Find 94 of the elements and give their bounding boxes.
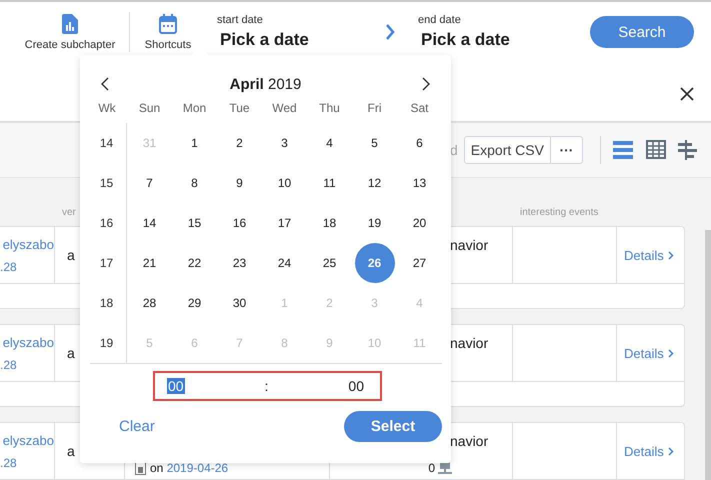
calendar-day[interactable]: 26	[354, 243, 394, 283]
time-separator: :	[264, 378, 268, 394]
calendar-day[interactable]: 8	[174, 163, 214, 203]
clear-button[interactable]: Clear	[117, 414, 157, 439]
calendar-day[interactable]: 25	[310, 243, 350, 283]
calendar-day[interactable]: 11	[310, 163, 350, 203]
calendar-day[interactable]: 17	[264, 203, 304, 243]
document-icon	[135, 462, 146, 474]
calendar-day[interactable]: 12	[354, 163, 394, 203]
calendar-day[interactable]: 22	[174, 243, 214, 283]
previous-month-button[interactable]	[101, 77, 109, 91]
calendar-day[interactable]: 9	[220, 163, 260, 203]
search-button[interactable]: Search	[590, 16, 694, 48]
table-cell-text: a	[67, 247, 75, 263]
week-number: 17	[100, 256, 114, 270]
version-link[interactable]: .28	[0, 260, 17, 274]
action-label[interactable]: Shortcuts	[144, 38, 192, 50]
version-link[interactable]: .28	[0, 456, 17, 470]
column-header: interesting events	[520, 207, 598, 220]
user-link[interactable]: elyszabo	[2, 334, 54, 350]
week-number: 18	[100, 296, 114, 310]
chevron-right-icon	[668, 250, 674, 260]
week-number: 19	[100, 336, 114, 350]
field-label: end date	[418, 14, 462, 26]
end-date-field[interactable]: Pick a date	[418, 30, 568, 50]
details-link[interactable]: Details	[624, 444, 664, 458]
user-link[interactable]: elyszabo	[2, 432, 54, 448]
version-link[interactable]: .28	[0, 358, 17, 372]
weekday-label: Fri	[366, 101, 382, 117]
calendar-day[interactable]: 13	[400, 163, 440, 203]
calendar-day[interactable]: 14	[130, 203, 170, 243]
weekday-label: Thu	[318, 101, 341, 117]
hours-text: 00	[167, 378, 185, 394]
column-header: ver	[62, 207, 76, 220]
calendar-day[interactable]: 21	[130, 243, 170, 283]
user-link[interactable]: elyszabo	[2, 236, 54, 252]
weekday-label: Mon	[182, 101, 208, 117]
calendar-day[interactable]: 2	[220, 123, 260, 163]
calendar-day[interactable]: 3	[264, 123, 304, 163]
start-date-field[interactable]: Pick a date	[217, 30, 385, 50]
calendar-day[interactable]: 15	[174, 203, 214, 243]
calendar-day[interactable]: 10	[264, 163, 304, 203]
field-label: start date	[217, 14, 264, 26]
month-title: April 2019	[230, 76, 302, 92]
close-icon[interactable]	[680, 86, 694, 100]
table-cell-text: navior	[450, 335, 488, 351]
calendar-day[interactable]: 7	[130, 163, 170, 203]
weekday-label: Wed	[271, 101, 298, 117]
week-number: 16	[100, 216, 114, 230]
details-link[interactable]: Details	[624, 248, 664, 262]
toolbar-text: d	[450, 142, 458, 158]
export-csv-button[interactable]: Export CSV	[464, 137, 550, 163]
tree-view-button[interactable]	[678, 140, 699, 160]
table-cell-text: a	[67, 443, 75, 459]
time-field[interactable]: 00 : 00	[153, 371, 382, 401]
calendar-day[interactable]: 20	[400, 203, 440, 243]
calendar-day[interactable]: 30	[220, 283, 260, 323]
list-view-button[interactable]	[612, 140, 634, 160]
calendar-day[interactable]: 6	[400, 123, 440, 163]
calendar-day[interactable]: 24	[264, 243, 304, 283]
week-number: 15	[100, 176, 114, 190]
weekday-label: Sun	[138, 101, 162, 117]
calendar-day[interactable]: 5	[354, 123, 394, 163]
table-cell-text: a	[67, 345, 75, 361]
calendar-day[interactable]: 16	[220, 203, 260, 243]
grid-view-button[interactable]	[646, 140, 666, 160]
minutes-text: 00	[348, 378, 364, 394]
calendar-day[interactable]: 28	[130, 283, 170, 323]
calendar-day[interactable]: 23	[220, 243, 260, 283]
calendar-day[interactable]: 1	[174, 123, 214, 163]
more-button[interactable]: ···	[550, 137, 582, 163]
weekday-label: Sat	[409, 101, 430, 117]
calendar-day[interactable]: 29	[174, 283, 214, 323]
report-icon	[62, 14, 78, 34]
chevron-right-icon	[668, 446, 674, 456]
next-month-button[interactable]	[422, 77, 430, 91]
table-cell-text: navior	[450, 433, 488, 449]
week-number: 14	[100, 136, 114, 150]
calendar-day[interactable]: 18	[310, 203, 350, 243]
weekday-label: Tue	[228, 101, 251, 117]
calendar-icon	[159, 14, 177, 34]
calendar-day[interactable]: 27	[400, 243, 440, 283]
calendar-day[interactable]: 19	[354, 203, 394, 243]
details-link[interactable]: Details	[624, 346, 664, 360]
weekday-label: Wk	[97, 101, 117, 117]
chevron-right-icon	[668, 348, 674, 358]
event-date-text: on 2019-04-26	[150, 461, 228, 475]
select-button[interactable]: Select	[344, 411, 442, 442]
chevron-right-icon	[385, 24, 395, 40]
table-cell-text: navior	[450, 237, 488, 253]
count-text: 0	[428, 461, 435, 475]
network-icon	[438, 462, 452, 474]
action-label[interactable]: Create subchapter	[24, 38, 116, 50]
calendar-day[interactable]: 4	[310, 123, 350, 163]
